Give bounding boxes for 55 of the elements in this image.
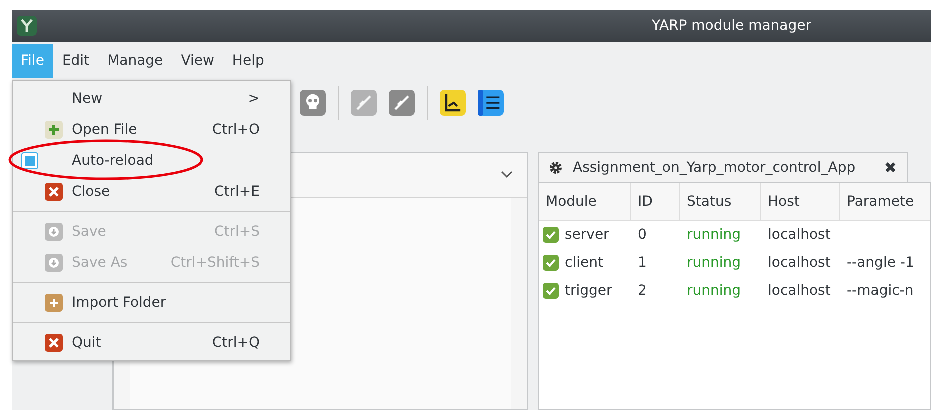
checkbox[interactable] (543, 283, 559, 299)
table-cell-text: 1 (637, 255, 648, 271)
tab-title: Assignment_on_Yarp_motor_control_App (573, 160, 856, 176)
table-cell: trigger (565, 283, 612, 299)
table-cell-text: running (686, 255, 742, 271)
menu-item[interactable]: Edit (53, 44, 99, 78)
shortcut-text: Ctrl+Shift+S (170, 254, 260, 270)
skull-icon[interactable] (300, 90, 326, 116)
column-header[interactable]: Status (680, 183, 761, 220)
shortcut-text: Ctrl+O (212, 122, 260, 138)
chevron-icon (501, 171, 513, 179)
column-header[interactable]: Paramete (840, 183, 930, 220)
submenu-arrow: > (248, 90, 260, 106)
close-icon (45, 334, 63, 352)
table-cell-text: running (686, 283, 742, 299)
menu-entry[interactable]: New > (13, 83, 290, 114)
menu-item[interactable]: Help (223, 44, 274, 78)
menu-entry[interactable]: Auto-reload (13, 145, 290, 176)
gear-icon (549, 160, 563, 174)
menu-entry[interactable]: Open File Ctrl+O (13, 114, 290, 145)
close-icon (45, 182, 63, 200)
checkbox[interactable] (21, 152, 39, 170)
table-cell: --angle -1 (847, 255, 914, 271)
table-cell: client (565, 255, 604, 271)
table-cell: server (565, 227, 610, 243)
column-header[interactable]: Module (539, 183, 631, 220)
app-icon (16, 15, 38, 37)
column-header[interactable]: ID (631, 183, 680, 220)
menu-entry[interactable]: Import Folder (13, 287, 290, 318)
checkbox[interactable] (543, 255, 559, 271)
plug-icon[interactable] (389, 90, 415, 116)
shortcut-text: Ctrl+E (214, 184, 260, 200)
table-cell-text: localhost (767, 227, 832, 243)
table-cell-text: 2 (637, 283, 648, 299)
table-cell: --magic-n (847, 283, 914, 299)
table-cell-text: 0 (637, 227, 648, 243)
table-cell-text: localhost (767, 283, 832, 299)
table-cell-text: localhost (767, 255, 832, 271)
add-file-icon (45, 120, 63, 138)
save-icon (45, 254, 63, 272)
tab[interactable]: Assignment_on_Yarp_motor_control_App ✖ (538, 152, 908, 182)
shortcut-text: Ctrl+S (214, 224, 260, 240)
checkbox[interactable] (543, 227, 559, 243)
menu-entry[interactable]: Quit Ctrl+Q (13, 327, 290, 358)
column-header[interactable]: Host (761, 183, 840, 220)
save-icon (45, 222, 63, 240)
menu-entry[interactable]: Close Ctrl+E (13, 176, 290, 207)
list-icon[interactable] (478, 90, 504, 116)
close-button[interactable]: ✖ (884, 158, 897, 176)
import-icon (45, 294, 63, 312)
window-title: YARP module manager (652, 18, 812, 34)
menu-item[interactable]: Manage (98, 44, 172, 78)
menu-item[interactable]: View (172, 44, 224, 78)
table-cell-text: running (686, 227, 742, 243)
shortcut-text: Ctrl+Q (212, 334, 260, 350)
